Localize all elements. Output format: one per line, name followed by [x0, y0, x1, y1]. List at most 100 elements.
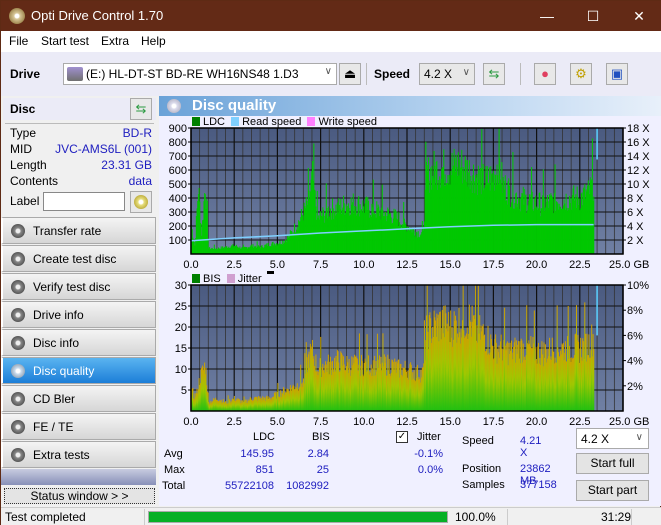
- x-tick-label: 0.0: [183, 259, 198, 271]
- refresh-button[interactable]: ⇆: [483, 63, 505, 85]
- y2-tick-label: 6 X: [627, 207, 644, 219]
- disc-header-label: Disc: [10, 102, 36, 116]
- divider: [5, 123, 154, 124]
- status-window-button[interactable]: Status window > >: [4, 488, 155, 504]
- disc-label-button[interactable]: [130, 191, 152, 213]
- drive-select[interactable]: (E:) HL-DT-ST BD-RE WH16NS48 1.D3 ∨: [63, 63, 337, 85]
- x-tick-label: 25.0 GB: [609, 416, 649, 426]
- erase-button[interactable]: ●: [534, 63, 556, 85]
- bar-bis: [593, 349, 595, 411]
- x-tick-label: 17.5: [483, 416, 504, 426]
- x-tick-label: 12.5: [396, 416, 417, 426]
- nav-cd-bler[interactable]: CD Bler: [1, 385, 156, 412]
- disc-refresh-button[interactable]: ⇆: [130, 98, 152, 120]
- nav-fe-te[interactable]: FE / TE: [1, 413, 156, 440]
- x-tick-label: 20.0: [526, 259, 547, 271]
- nav-verify-test-disc[interactable]: Verify test disc: [1, 273, 156, 300]
- menu-start-test[interactable]: Start test: [41, 34, 89, 48]
- nav-extra-tests[interactable]: Extra tests: [1, 441, 156, 468]
- speed-select[interactable]: 4.2 X ∨: [419, 63, 475, 85]
- y-tick-label: 800: [169, 137, 187, 149]
- progress-bar: [148, 511, 448, 523]
- disc-mid-row: MID JVC-AMS6L (001): [10, 142, 152, 158]
- charts-area: 900 800 700 600 500 400 300 200 100 18 X 16 X 14 X 1…: [169, 123, 651, 426]
- minimize-button[interactable]: —: [524, 1, 570, 31]
- nav-create-test-disc[interactable]: Create test disc: [1, 245, 156, 272]
- create-test-disc-icon: [11, 252, 25, 266]
- nav-label: Transfer rate: [33, 224, 102, 238]
- y-tick-label: 20: [175, 322, 187, 334]
- y-tick-label: 25: [175, 301, 187, 313]
- jitter-checkbox[interactable]: ✓: [396, 431, 408, 443]
- settings-button[interactable]: ⚙: [570, 63, 592, 85]
- x-tick-label: 5.0: [270, 259, 285, 271]
- disc-length-label: Length: [10, 158, 47, 172]
- nav-transfer-rate[interactable]: Transfer rate: [1, 217, 156, 244]
- refresh-arrows-icon: ⇆: [488, 66, 500, 81]
- extra-tests-icon: [11, 448, 25, 462]
- nav-label: Extra tests: [33, 448, 90, 462]
- x-tick-label: 15.0: [439, 416, 460, 426]
- transfer-rate-icon: [11, 224, 25, 238]
- chevron-down-icon: ∨: [324, 66, 332, 77]
- menu-file[interactable]: File: [9, 34, 28, 48]
- y2-tick-label: 14 X: [627, 151, 650, 163]
- y-tick-label: 600: [169, 165, 187, 177]
- samples-value: 377158: [520, 479, 557, 491]
- drive-icon: [67, 67, 83, 81]
- disc-quality-panel: Disc quality LDC Read speed Write speed …: [159, 96, 661, 506]
- test-speed-select[interactable]: 4.2 X ∨: [576, 428, 649, 449]
- menu-help[interactable]: Help: [141, 34, 166, 48]
- drive-label: Drive: [10, 67, 41, 81]
- nav-disc-info[interactable]: Disc info: [1, 329, 156, 356]
- x-tick-label: 17.5: [483, 259, 504, 271]
- x-tick-label: 5.0: [270, 416, 285, 426]
- disc-label-label: Label: [10, 194, 40, 208]
- menu-extra[interactable]: Extra: [101, 34, 129, 48]
- position-label: Position: [462, 463, 502, 475]
- x-tick-label: 20.0: [526, 416, 547, 426]
- y-tick-label: 5: [181, 385, 187, 397]
- disc-contents-label: Contents: [10, 174, 59, 188]
- nav-filler: [1, 469, 156, 485]
- eject-icon: ⏏: [343, 66, 357, 81]
- status-separator: [144, 509, 145, 525]
- left-panel: Disc ⇆ Type BD-R MID JVC-AMS6L (001) Len…: [1, 96, 158, 506]
- start-full-button[interactable]: Start full: [576, 453, 649, 474]
- status-bar: Test completed 100.0% 31:29: [1, 507, 661, 525]
- avg-jitter-value: -0.1%: [414, 448, 443, 460]
- x-tick-label: 15.0: [439, 259, 460, 271]
- y2-tick-label: 10 X: [627, 179, 650, 191]
- nav-drive-info[interactable]: Drive info: [1, 301, 156, 328]
- nav-label: CD Bler: [33, 392, 76, 406]
- close-button[interactable]: ✕: [616, 1, 661, 31]
- elapsed-time: 31:29: [601, 510, 632, 524]
- y2-tick-label: 16 X: [627, 137, 650, 149]
- y2-tick-label: 10%: [627, 280, 649, 292]
- save-button[interactable]: ▣: [606, 63, 628, 85]
- nav-disc-quality[interactable]: Disc quality: [1, 357, 156, 384]
- col-bis-header: BIS: [312, 431, 330, 443]
- y2-tick-label: 4 X: [627, 221, 644, 233]
- maximize-button[interactable]: ☐: [570, 1, 616, 31]
- x-tick-label: 7.5: [313, 416, 328, 426]
- x-tick-label: 2.5: [227, 416, 242, 426]
- y2-tick-label: 4%: [627, 356, 643, 368]
- eject-button[interactable]: ⏏: [339, 63, 361, 85]
- y-tick-label: 500: [169, 179, 187, 191]
- chevron-down-icon: ∨: [462, 67, 470, 78]
- y-tick-label: 900: [169, 123, 187, 135]
- disc-type-row: Type BD-R: [10, 126, 152, 142]
- status-text: Test completed: [5, 510, 86, 524]
- disc-label-input[interactable]: [43, 192, 125, 211]
- nav-label: Create test disc: [33, 252, 117, 266]
- x-tick-label: 12.5: [396, 259, 417, 271]
- speed-value: 4.2 X: [424, 67, 453, 81]
- start-part-button[interactable]: Start part: [576, 480, 649, 501]
- nav-label: Drive info: [33, 308, 84, 322]
- y2-tick-label: 2 X: [627, 235, 644, 247]
- nav-label: FE / TE: [33, 420, 74, 434]
- progress-fill: [149, 512, 447, 522]
- speed-label: Speed: [374, 67, 411, 81]
- disc-length-value: 23.31 GB: [101, 158, 152, 172]
